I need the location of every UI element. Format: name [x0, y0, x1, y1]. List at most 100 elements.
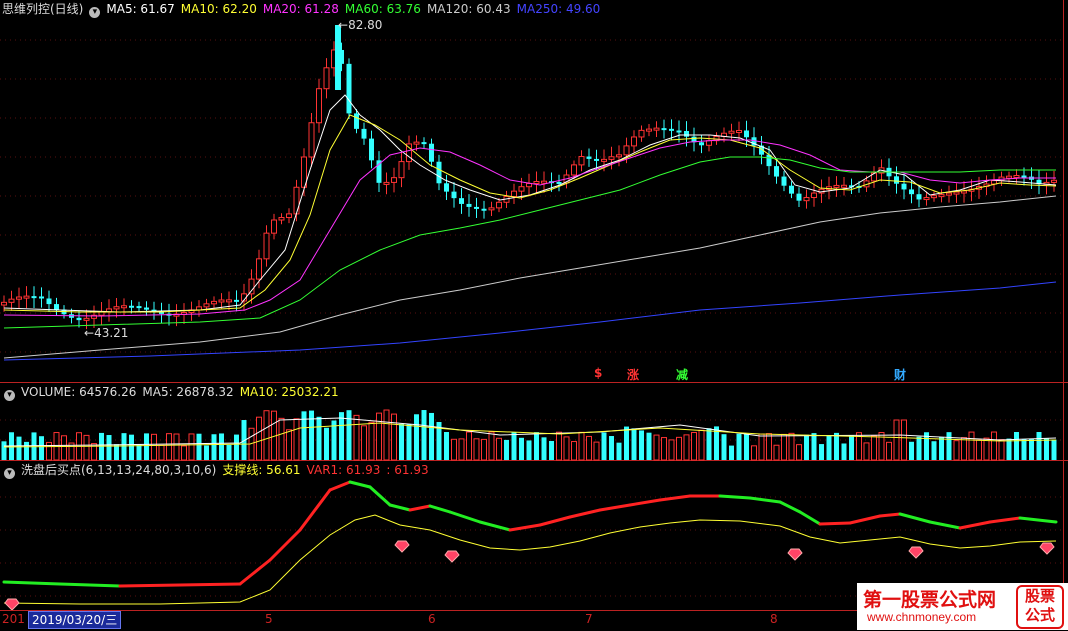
candle-up: [496, 201, 502, 209]
volume-bar-down: [826, 435, 832, 460]
candle-up: [841, 184, 847, 188]
volume-bar-up: [998, 439, 1005, 461]
volume-bar-up: [158, 444, 165, 461]
candle-down: [901, 183, 907, 190]
reduction-marker[interactable]: 减: [676, 366, 688, 383]
volume-bar-down: [421, 410, 427, 460]
candle-down: [894, 176, 899, 184]
volume-bar-down: [1014, 432, 1019, 460]
volume-bar-up: [451, 438, 457, 461]
buy-point-gem-icon: [444, 550, 460, 563]
candle-up: [278, 217, 285, 221]
volume-bar-down: [909, 441, 914, 460]
candle-up: [398, 161, 405, 179]
watermark-badge: 股票公式: [1016, 585, 1064, 629]
year-fragment: 201: [2, 612, 25, 626]
peak-candle: [335, 25, 341, 90]
watermark-logo: 第一股票公式网 www.chnmoney.com 股票公式: [857, 583, 1068, 630]
candle-up: [121, 305, 127, 309]
limit-up-marker[interactable]: 涨: [627, 366, 639, 383]
candle-up: [203, 303, 210, 308]
volume-bar-up: [293, 418, 300, 461]
candle-down: [451, 191, 457, 199]
candle-up: [938, 194, 945, 198]
volume-bar-up: [976, 439, 982, 461]
var1-line-segment: [328, 480, 352, 492]
var1-line-segment: [1018, 516, 1058, 524]
candle-up: [256, 258, 262, 280]
candle-down: [789, 185, 794, 194]
candle-down: [54, 304, 59, 310]
volume-bar-up: [173, 433, 180, 461]
candle-up: [803, 197, 810, 202]
volume-bar-down: [841, 443, 847, 460]
candle-down: [76, 317, 82, 321]
var1-line-segment: [298, 488, 332, 532]
volume-bar-down: [744, 433, 749, 460]
var1-line-segment: [958, 520, 992, 530]
volume-bar-down: [136, 444, 142, 460]
volume-bar-up: [961, 437, 967, 461]
kline-chart[interactable]: [0, 0, 1068, 610]
volume-bar-down: [1006, 438, 1012, 460]
volume-bar-up: [571, 441, 577, 461]
candle-up: [571, 164, 577, 176]
volume-bar-down: [834, 432, 839, 460]
candle-down: [684, 130, 689, 137]
candle-up: [383, 181, 390, 185]
var1-line-segment: [778, 500, 802, 514]
volume-bar-down: [804, 434, 809, 460]
candle-up: [316, 88, 322, 124]
volume-bar-down: [729, 445, 734, 460]
volume-bar-down: [1021, 439, 1027, 460]
volume-bar-down: [106, 435, 112, 460]
var1-line-segment: [988, 516, 1022, 524]
buy-point-gem-icon: [394, 540, 410, 553]
candle-up: [83, 317, 90, 321]
finance-marker[interactable]: 财: [894, 366, 906, 383]
candle-down: [144, 307, 149, 310]
var1-line-segment: [368, 485, 392, 507]
var1-line-segment: [118, 583, 182, 588]
candle-up: [511, 190, 517, 198]
volume-bar-down: [916, 436, 922, 460]
var1-line-segment: [408, 504, 432, 512]
volume-bar-down: [204, 445, 209, 460]
candle-down: [459, 198, 464, 204]
var1-line-segment: [448, 510, 482, 524]
volume-bar-down: [511, 432, 517, 460]
high-price-label: ←82.80: [338, 18, 383, 32]
candle-up: [931, 195, 937, 199]
candle-down: [466, 203, 472, 207]
dividend-marker[interactable]: $: [594, 366, 602, 380]
volume-bar-down: [1051, 439, 1057, 460]
candle-up: [263, 232, 270, 260]
ma120-line: [3, 195, 1057, 359]
volume-bar-down: [346, 410, 352, 460]
var1-line-segment: [238, 558, 272, 586]
volume-bar-up: [188, 433, 195, 461]
volume-bar-down: [1044, 438, 1049, 460]
candle-up: [286, 213, 292, 219]
candle-up: [833, 184, 840, 188]
volume-bar-up: [676, 436, 682, 461]
volume-bar-down: [211, 434, 217, 460]
candle-down: [444, 183, 449, 192]
candle-down: [421, 142, 427, 145]
volume-bar-up: [181, 445, 187, 461]
candle-down: [909, 189, 914, 195]
volume-bar-up: [466, 431, 472, 461]
var1-line-segment: [628, 498, 662, 507]
var1-line-segment: [928, 520, 962, 530]
volume-bar-up: [488, 431, 495, 461]
volume-bar-up: [683, 434, 690, 461]
var1-line-segment: [658, 494, 692, 502]
volume-bar-up: [871, 435, 877, 461]
volume-bar-up: [481, 438, 487, 461]
var1-line-segment: [568, 508, 602, 519]
volume-bar-up: [886, 441, 892, 461]
candle-down: [346, 63, 352, 114]
candle-up: [623, 145, 630, 156]
var1-line-segment: [598, 503, 632, 512]
candle-up: [1013, 175, 1020, 179]
